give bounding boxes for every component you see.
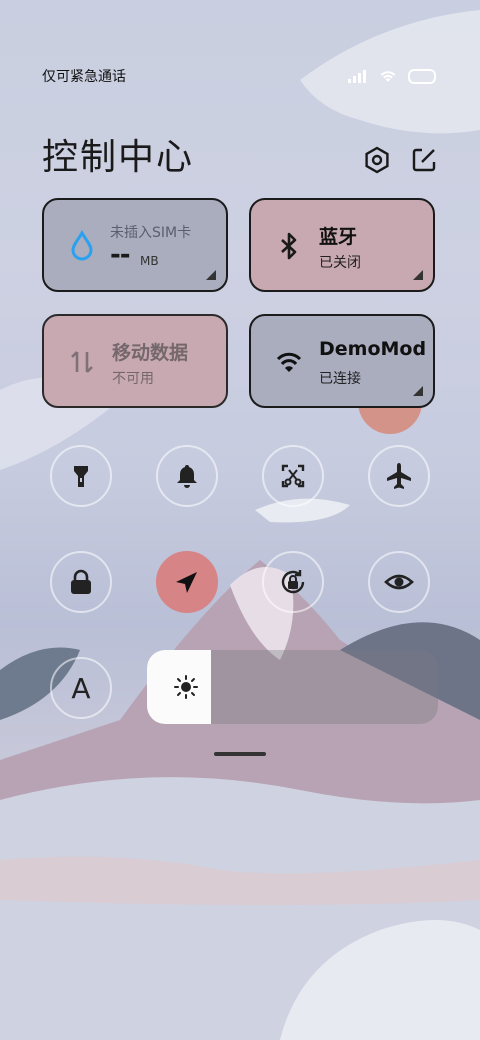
data-usage-value: -- <box>110 240 131 270</box>
location-toggle[interactable] <box>156 551 218 613</box>
data-usage-sim-text: 未插入SIM卡 <box>110 225 192 241</box>
flashlight-toggle[interactable] <box>50 445 112 507</box>
bluetooth-title: 蓝牙 <box>319 226 358 248</box>
mobile-data-tile[interactable]: 移动数据 不可用 <box>42 314 228 408</box>
screenshot-toggle[interactable] <box>262 445 324 507</box>
airplane-toggle[interactable] <box>368 445 430 507</box>
bell-icon <box>177 465 197 488</box>
wifi-title: DemoMode <box>319 338 425 360</box>
bluetooth-tile[interactable]: 蓝牙 已关闭 <box>249 198 435 292</box>
location-icon <box>176 572 197 593</box>
water-drop-icon <box>71 230 93 261</box>
rotation-lock-toggle[interactable] <box>262 551 324 613</box>
signal-icon <box>348 70 366 83</box>
home-handle[interactable] <box>214 752 266 756</box>
data-arrows-icon <box>71 351 93 373</box>
font-size-button[interactable]: A <box>50 657 112 719</box>
data-usage-unit: MB <box>140 254 159 268</box>
mobile-data-status: 不可用 <box>112 371 154 387</box>
sun-icon <box>174 675 198 699</box>
eye-toggle[interactable] <box>368 551 430 613</box>
wifi-tile[interactable]: DemoMode 已连接 <box>249 314 435 408</box>
battery-icon <box>408 68 436 84</box>
edit-icon[interactable] <box>410 146 438 174</box>
rotation-lock-icon <box>281 570 305 594</box>
wifi-status: 已连接 <box>319 371 361 387</box>
eye-icon <box>384 574 414 590</box>
expand-corner-icon <box>413 386 423 396</box>
status-carrier-text: 仅可紧急通话 <box>42 69 126 85</box>
font-size-label: A <box>71 671 91 705</box>
screenshot-icon <box>281 464 305 488</box>
expand-corner-icon <box>413 270 423 280</box>
bluetooth-status: 已关闭 <box>319 255 361 271</box>
data-usage-tile[interactable]: 未插入SIM卡 -- MB <box>42 198 228 292</box>
ring-toggle[interactable] <box>156 445 218 507</box>
airplane-icon <box>387 463 411 489</box>
expand-corner-icon <box>206 270 216 280</box>
brightness-slider[interactable] <box>147 650 438 724</box>
page-title: 控制中心 <box>42 137 195 178</box>
bluetooth-icon <box>281 232 297 260</box>
lock-icon <box>71 569 91 594</box>
settings-icon[interactable] <box>363 146 391 174</box>
flashlight-icon <box>74 466 88 487</box>
wifi-icon <box>276 352 302 372</box>
mobile-data-title: 移动数据 <box>112 342 189 364</box>
lock-toggle[interactable] <box>50 551 112 613</box>
status-icons <box>348 68 436 84</box>
wifi-icon <box>380 71 396 82</box>
